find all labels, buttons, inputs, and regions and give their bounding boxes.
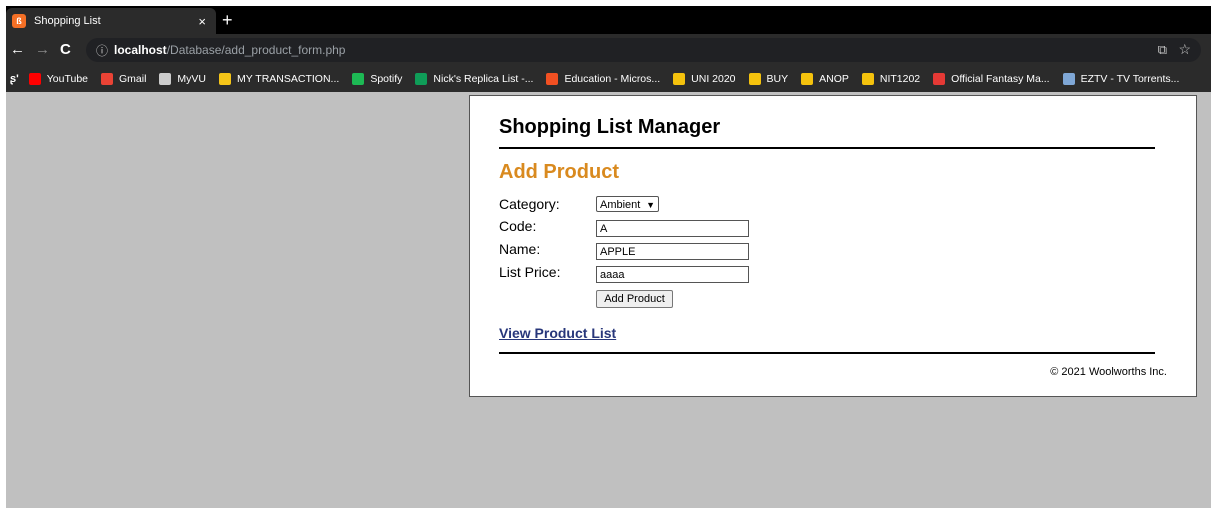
bookmark-icon — [748, 73, 761, 85]
bookmark-item[interactable]: Official Fantasy Ma... — [933, 73, 1050, 85]
bookmark-label: Nick's Replica List -... — [433, 73, 534, 85]
bookmark-label: Education - Micros... — [564, 73, 661, 85]
bookmark-item[interactable]: ANOP — [801, 73, 849, 85]
forward-icon[interactable]: → — [35, 40, 50, 60]
reload-icon[interactable]: C — [60, 40, 71, 60]
bookmark-label: YouTube — [46, 73, 88, 85]
xampp-icon: ß — [12, 14, 26, 28]
price-input[interactable] — [596, 266, 749, 283]
footer-divider — [499, 352, 1155, 354]
page-background: Shopping List Manager Add Product Catego… — [6, 92, 1211, 508]
price-label: List Price: — [499, 264, 561, 280]
bookmark-icon — [673, 73, 686, 85]
bookmark-icon — [352, 73, 365, 85]
bookmark-icon — [28, 73, 41, 85]
bookmark-label: Official Fantasy Ma... — [951, 73, 1050, 85]
bookmark-icon — [415, 73, 428, 85]
back-icon[interactable]: ← — [10, 40, 25, 60]
chevron-down-icon: ▼ — [646, 200, 655, 210]
name-input[interactable] — [596, 243, 749, 260]
footer-copyright: © 2021 Woolworths Inc. — [1050, 366, 1167, 378]
bookmark-icon — [861, 73, 874, 85]
section-title: Add Product — [499, 161, 619, 183]
bookmark-item[interactable]: MY TRANSACTION... — [219, 73, 339, 85]
add-product-button[interactable]: Add Product — [596, 290, 673, 308]
bookmark-icon — [546, 73, 559, 85]
page-header: Shopping List Manager — [499, 116, 721, 138]
bookmark-item[interactable]: Gmail — [101, 73, 146, 85]
bookmark-icon — [219, 73, 232, 85]
view-product-list-link[interactable]: View Product List — [499, 325, 616, 341]
bookmark-label: ANOP — [819, 73, 849, 85]
bookmark-icon — [159, 73, 172, 85]
bookmark-item[interactable]: Nick's Replica List -... — [415, 73, 533, 85]
bookmark-item[interactable]: BUY — [748, 73, 789, 85]
bookmark-item[interactable]: EZTV - TV Torrents... — [1062, 73, 1180, 85]
bookmark-icon — [801, 73, 814, 85]
category-selected-value: Ambient — [600, 199, 641, 211]
code-input[interactable] — [596, 220, 749, 237]
new-tab-icon[interactable]: + — [222, 9, 233, 31]
tab-shopping-list[interactable]: ß Shopping List × — [6, 8, 216, 34]
close-tab-icon[interactable]: × — [198, 14, 206, 29]
code-label: Code: — [499, 218, 537, 234]
bookmark-label: UNI 2020 — [691, 73, 736, 85]
bookmark-item[interactable]: YouTube — [28, 73, 88, 85]
address-bar[interactable]: ⓘ localhost/Database/add_product_form.ph… — [86, 38, 1201, 62]
bookmark-label: Spotify — [370, 73, 403, 85]
share-icon[interactable]: ⧉ — [1158, 42, 1167, 58]
tab-title: Shopping List — [34, 15, 101, 27]
bookmark-item[interactable]: UNI 2020 — [673, 73, 736, 85]
bookmark-label: MyVU — [177, 73, 207, 85]
name-label: Name: — [499, 241, 541, 257]
bookmark-label: Gmail — [119, 73, 147, 85]
apps-icon[interactable]: ʂ' — [10, 73, 19, 85]
category-label: Category: — [499, 196, 560, 212]
bookmark-icon — [1062, 73, 1075, 85]
bookmark-label: BUY — [766, 73, 789, 85]
tab-strip: ß Shopping List × + — [6, 6, 1211, 34]
bookmark-label: NIT1202 — [879, 73, 921, 85]
bookmark-label: EZTV - TV Torrents... — [1080, 73, 1180, 85]
bookmark-item[interactable]: NIT1202 — [861, 73, 921, 85]
url-text: localhost/Database/add_product_form.php — [114, 43, 346, 57]
header-divider — [499, 147, 1155, 149]
main-card: Shopping List Manager Add Product Catego… — [469, 95, 1197, 397]
bookmark-icon — [933, 73, 946, 85]
browser-toolbar: ← → C ⓘ localhost/Database/add_product_f… — [6, 34, 1211, 66]
site-info-icon[interactable]: ⓘ — [96, 42, 108, 59]
bookmark-icon — [101, 73, 113, 85]
bookmark-item[interactable]: Spotify — [352, 73, 402, 85]
bookmarks-bar: ʂ' YouTube Gmail MyVU MY TRANSACTION... Spot… — [6, 66, 1211, 92]
bookmark-label: MY TRANSACTION... — [237, 73, 340, 85]
bookmark-item[interactable]: MyVU — [159, 73, 206, 85]
bookmark-item[interactable]: Education - Micros... — [546, 73, 660, 85]
bookmark-star-icon[interactable]: ☆ — [1178, 41, 1191, 58]
category-select[interactable]: Ambient ▼ — [596, 196, 659, 212]
